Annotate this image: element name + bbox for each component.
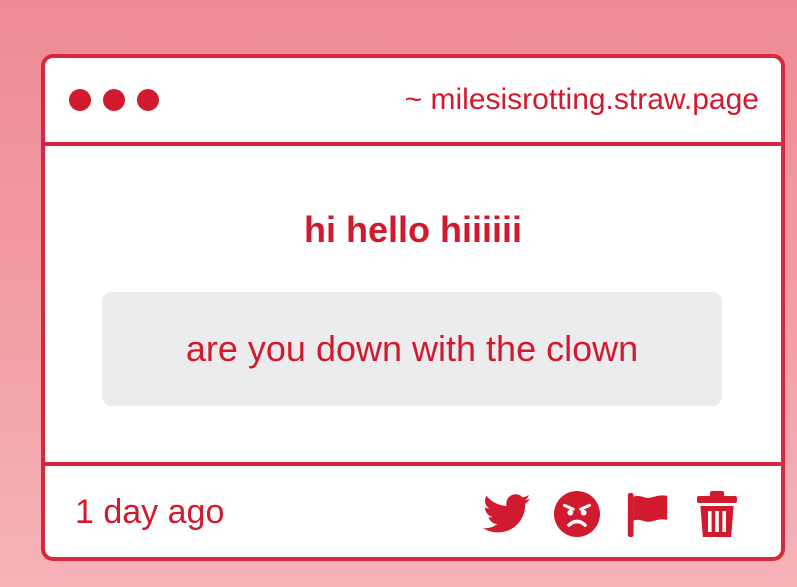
window-controls: [69, 89, 159, 111]
react-angry-button[interactable]: [553, 490, 601, 538]
post-content: hi hello hiiiiii are you down with the c…: [45, 146, 781, 462]
page-url[interactable]: ~ milesisrotting.straw.page: [405, 82, 759, 118]
share-twitter-button[interactable]: [483, 490, 531, 538]
post-footer: 1 day ago: [45, 462, 781, 557]
report-flag-button[interactable]: [623, 490, 671, 538]
post-card: ~ milesisrotting.straw.page hi hello hii…: [41, 54, 785, 561]
delete-button[interactable]: [693, 490, 741, 538]
flag-icon: [627, 492, 668, 537]
angry-face-icon: [554, 491, 600, 537]
twitter-icon: [483, 494, 531, 533]
window-dot-3: [137, 89, 159, 111]
window-dot-2: [103, 89, 125, 111]
message-text: are you down with the clown: [185, 328, 639, 369]
action-bar: [483, 490, 741, 538]
window-dot-1: [69, 89, 91, 111]
post-headline: hi hello hiiiiii: [303, 209, 522, 250]
window-titlebar: ~ milesisrotting.straw.page: [45, 58, 781, 146]
trash-icon: [697, 491, 737, 537]
message-box: are you down with the clown: [102, 292, 722, 406]
post-timestamp: 1 day ago: [75, 493, 225, 531]
